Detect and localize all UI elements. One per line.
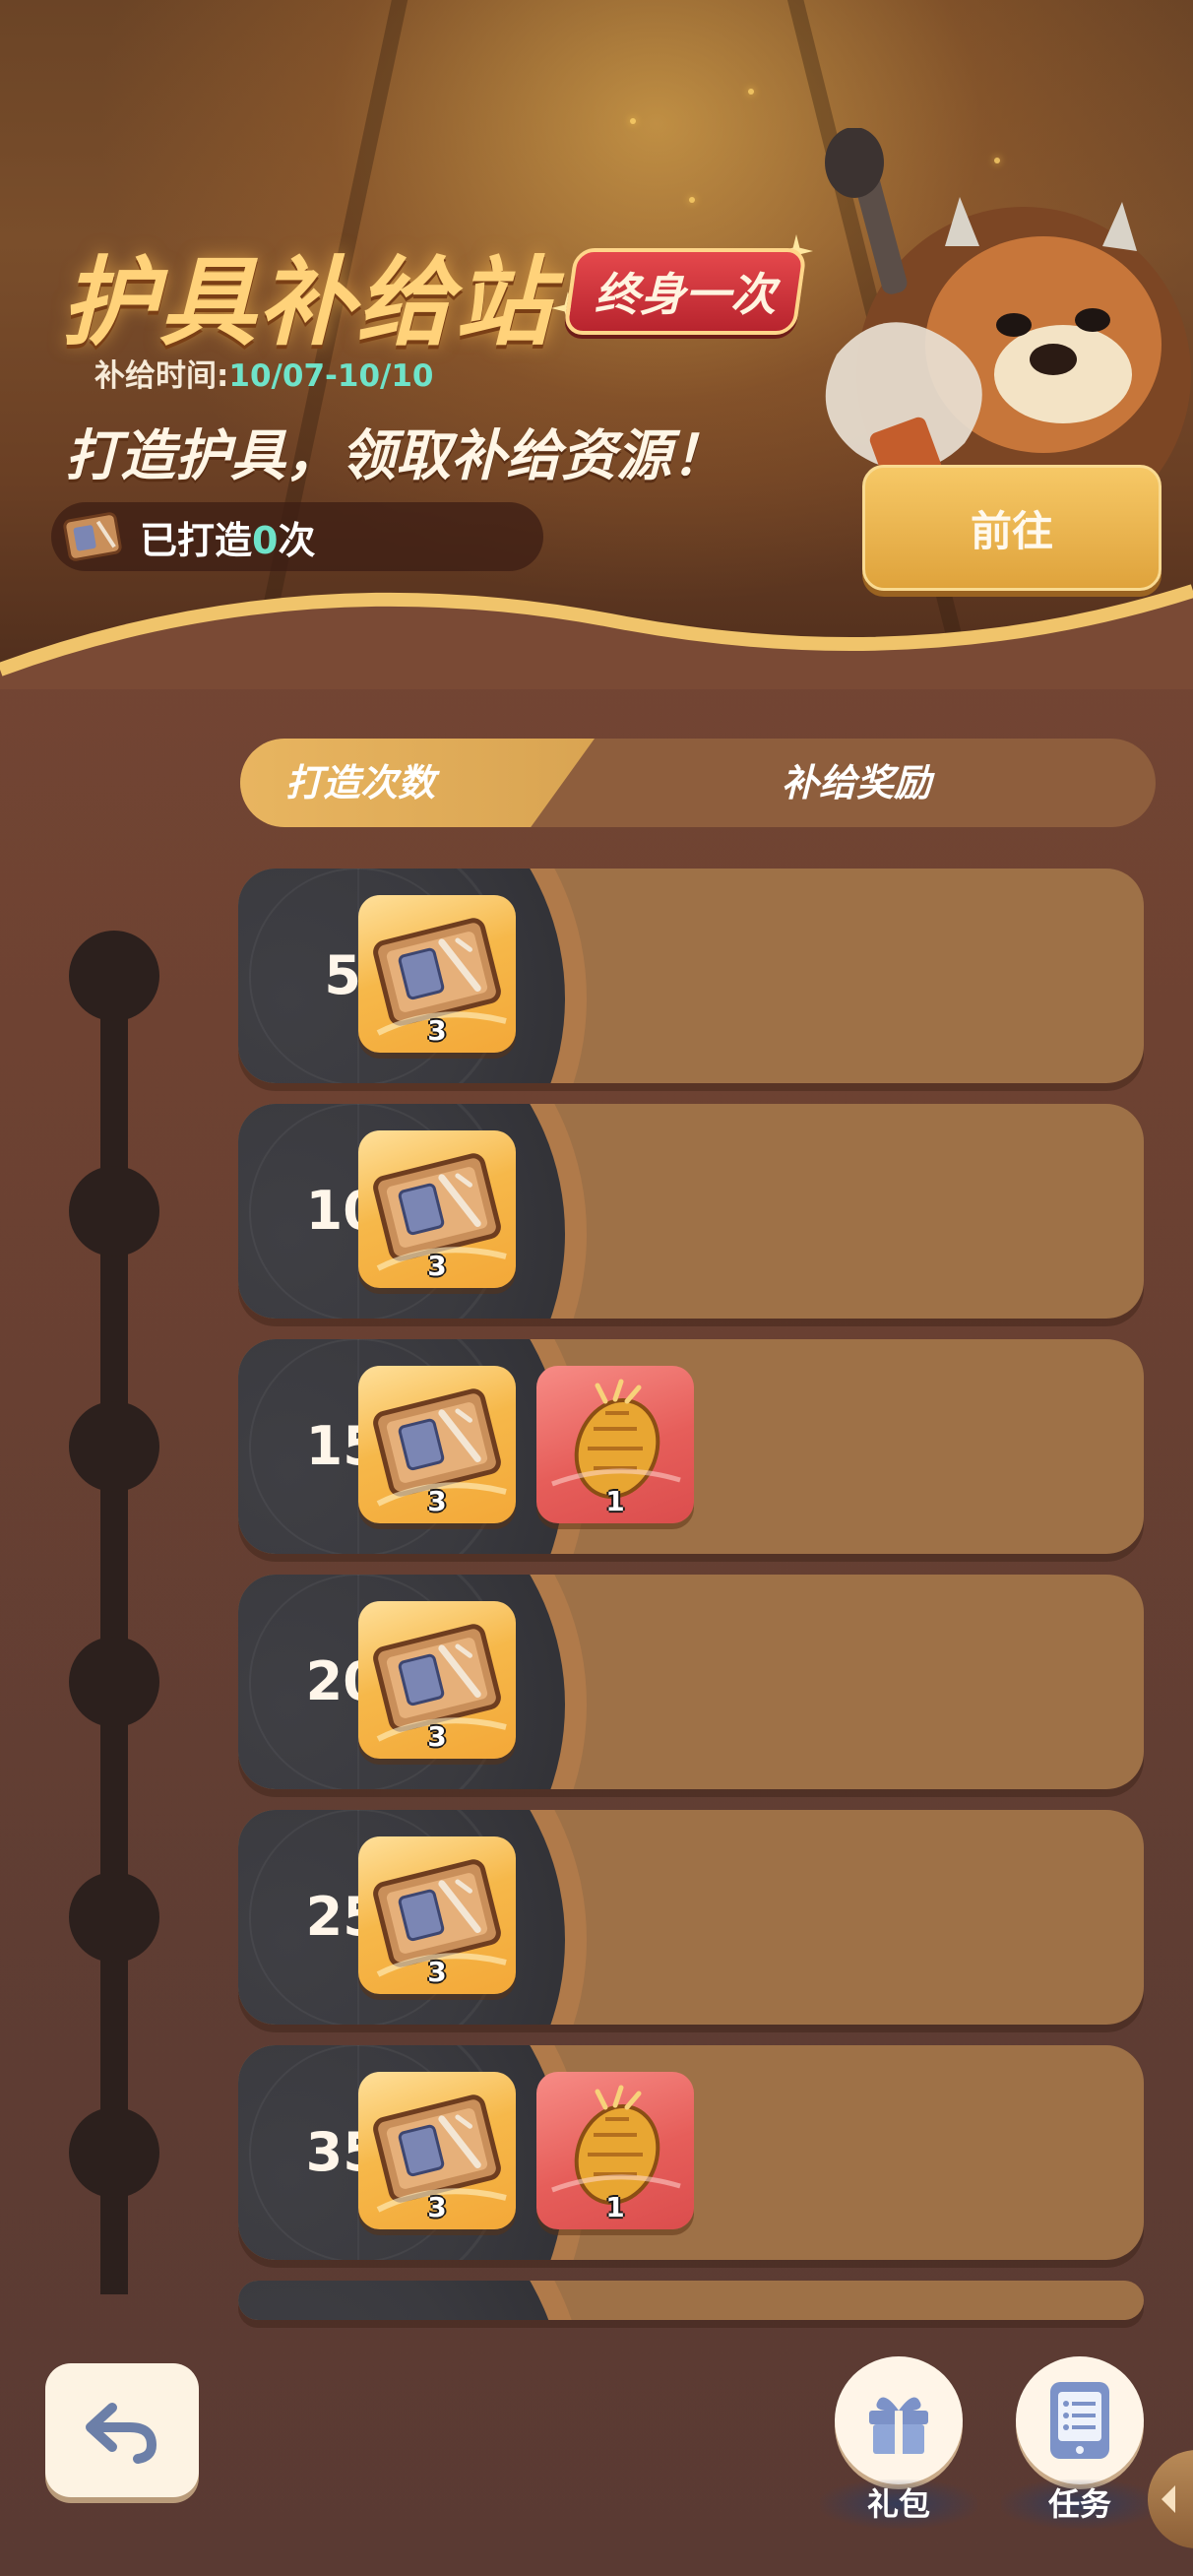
event-subtitle: 打造护具，领取补给资源！ — [65, 424, 726, 488]
gift-pack-label: 礼包 — [820, 2479, 977, 2529]
header-count-label: 打造次数 — [285, 761, 436, 805]
supply-time-value: 10/07-10/10 — [228, 358, 434, 394]
event-title: 护具补给站 — [61, 247, 554, 359]
timeline-node — [69, 931, 159, 1021]
reward-item-blueprint[interactable]: 3 — [358, 895, 516, 1053]
timeline-node — [69, 1872, 159, 1963]
badge-label: 终身一次 — [595, 268, 776, 321]
supply-time-label: 补给时间: — [94, 358, 229, 394]
gift-box-icon — [869, 2397, 928, 2454]
reward-item-blueprint[interactable]: 3 — [358, 2072, 516, 2229]
progress-track — [100, 965, 128, 2294]
sparkle-icon — [630, 118, 636, 124]
reward-row: 200 3 — [238, 1575, 1144, 1789]
reward-quantity: 3 — [427, 2191, 447, 2223]
reward-row: 250 3 — [238, 1810, 1144, 2025]
reward-quantity: 3 — [427, 1720, 447, 1753]
task-button[interactable] — [1016, 2356, 1144, 2484]
header-reward-label: 补给奖励 — [782, 761, 932, 805]
reward-item-blueprint[interactable]: 3 — [358, 1601, 516, 1759]
timeline-node — [69, 2107, 159, 2198]
side-drawer-tab[interactable] — [1148, 2450, 1193, 2548]
back-arrow-icon — [86, 2403, 157, 2464]
chevron-left-icon — [1162, 2485, 1175, 2513]
reward-row: 150 3 1 — [238, 1339, 1144, 1554]
reward-item-pinecone[interactable]: 1 — [536, 1366, 694, 1523]
reward-table-header: 打造次数 补给奖励 — [240, 739, 1156, 827]
sparkle-icon — [748, 89, 754, 95]
reward-item-blueprint[interactable]: 3 — [358, 1366, 516, 1523]
timeline-node — [69, 1401, 159, 1492]
reward-quantity: 1 — [605, 1485, 625, 1517]
reward-row-partial — [238, 2281, 1144, 2320]
reward-row: 350 3 1 — [238, 2045, 1144, 2260]
reward-quantity: 3 — [427, 1014, 447, 1047]
reward-item-pinecone[interactable]: 1 — [536, 2072, 694, 2229]
reward-row: 100 3 — [238, 1104, 1144, 1319]
gift-pack-button[interactable] — [835, 2356, 963, 2484]
banner-wave-divider — [0, 584, 1193, 689]
task-label: 任务 — [1001, 2479, 1159, 2529]
timeline-node — [69, 1166, 159, 1256]
event-banner: 护具补给站 终身一次 补给时间:10/07-10/10 打造护具，领取补给资源！… — [0, 0, 1193, 689]
timeline-node — [69, 1637, 159, 1727]
reward-quantity: 3 — [427, 1250, 447, 1282]
sparkle-icon — [689, 197, 695, 203]
reward-quantity: 1 — [605, 2191, 625, 2223]
reward-item-blueprint[interactable]: 3 — [358, 1130, 516, 1288]
task-list-icon — [1050, 2382, 1109, 2459]
reward-quantity: 3 — [427, 1485, 447, 1517]
reward-item-blueprint[interactable]: 3 — [358, 1836, 516, 1994]
count-dial — [238, 2281, 587, 2320]
lifetime-once-badge: 终身一次 — [562, 248, 808, 335]
back-button[interactable] — [45, 2363, 199, 2497]
reward-row: 50 3 — [238, 869, 1144, 1083]
reward-quantity: 3 — [427, 1956, 447, 1988]
supply-time: 补给时间:10/07-10/10 — [94, 351, 433, 395]
